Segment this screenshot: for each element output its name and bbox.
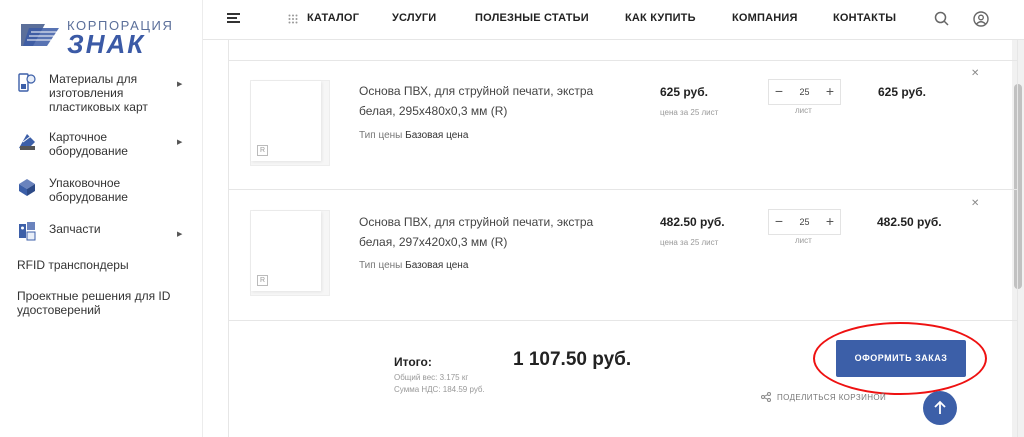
unit-price: 482.50 руб.	[660, 215, 725, 229]
chevron-right-icon: ▶	[177, 139, 183, 146]
quantity-stepper: − 25 +	[768, 79, 841, 105]
chevron-right-icon: ▶	[177, 81, 183, 88]
sidebar-item-packing-equipment[interactable]: Упаковочное оборудование	[0, 176, 203, 206]
materials-icon	[18, 73, 36, 92]
nav-contacts[interactable]: КОНТАКТЫ	[833, 12, 896, 24]
sidebar-item-label: Материалы для изготовления пластиковых к…	[49, 72, 148, 114]
share-cart-link[interactable]: ПОДЕЛИТЬСЯ КОРЗИНОЙ	[761, 392, 886, 402]
sidebar-item-id-solutions[interactable]: Проектные решения для ID удостоверений	[17, 289, 197, 317]
unit-label: лист	[795, 236, 812, 245]
line-total: 625 руб.	[878, 85, 926, 99]
thumbnail-mark: R	[257, 275, 268, 286]
logo-mark-icon	[21, 24, 59, 46]
share-icon	[761, 392, 771, 402]
chevron-right-icon: ▶	[177, 231, 183, 238]
unit-label: лист	[795, 106, 812, 115]
sidebar-item-card-equipment[interactable]: Карточное оборудование ▶	[0, 130, 203, 160]
quantity-stepper: − 25 +	[768, 209, 841, 235]
divider	[228, 320, 1018, 321]
product-name[interactable]: Основа ПВХ, для струйной печати, экстра …	[359, 81, 599, 121]
packing-equipment-icon	[19, 179, 35, 196]
company-logo[interactable]: КОРПОРАЦИЯ ЗНАК	[17, 12, 177, 59]
spare-parts-icon	[19, 222, 36, 241]
checkout-button[interactable]: ОФОРМИТЬ ЗАКАЗ	[836, 340, 966, 377]
remove-item-icon[interactable]: ✕	[971, 198, 979, 209]
sidebar-item-label: Карточное оборудование	[49, 130, 128, 158]
increase-button[interactable]: +	[820, 80, 840, 104]
divider	[228, 60, 1018, 61]
nav-how-to-buy[interactable]: КАК КУПИТЬ	[625, 12, 696, 24]
arrow-up-icon	[934, 400, 946, 414]
quantity-input[interactable]: 25	[789, 80, 820, 104]
sidebar-item-rfid[interactable]: RFID транспондеры	[17, 258, 197, 272]
card-equipment-icon	[19, 134, 35, 150]
sidebar-item-label: Упаковочное оборудование	[49, 176, 128, 204]
logo-big-text: ЗНАК	[67, 29, 146, 59]
scroll-to-top-button[interactable]	[923, 391, 957, 425]
thumbnail-mark: R	[257, 145, 268, 156]
price-type: Тип цены Базовая цена	[359, 260, 468, 271]
remove-item-icon[interactable]: ✕	[971, 68, 979, 79]
price-type-value: Базовая цена	[405, 130, 469, 141]
price-type-label: Тип цены	[359, 260, 403, 271]
price-type: Тип цены Базовая цена	[359, 130, 468, 141]
increase-button[interactable]: +	[820, 210, 840, 234]
nav-services[interactable]: УСЛУГИ	[392, 12, 436, 24]
top-header: КАТАЛОГ УСЛУГИ ПОЛЕЗНЫЕ СТАТЬИ КАК КУПИТ…	[203, 0, 1024, 40]
grid-dots-icon	[288, 14, 298, 24]
price-type-label: Тип цены	[359, 130, 403, 141]
nav-company[interactable]: КОМПАНИЯ	[732, 12, 798, 24]
sidebar-item-label: Запчасти	[49, 222, 101, 236]
user-icon[interactable]	[972, 10, 990, 28]
nav-articles[interactable]: ПОЛЕЗНЫЕ СТАТЬИ	[475, 12, 589, 24]
summary-vat: Сумма НДС: 184.59 руб.	[394, 385, 485, 394]
divider	[228, 189, 1018, 190]
sidebar-item-materials[interactable]: Материалы для изготовления пластиковых к…	[0, 72, 203, 116]
line-total: 482.50 руб.	[877, 215, 942, 229]
product-thumbnail[interactable]: R	[250, 80, 330, 166]
nav-catalog[interactable]: КАТАЛОГ	[307, 12, 359, 24]
decrease-button[interactable]: −	[769, 80, 789, 104]
quantity-input[interactable]: 25	[789, 210, 820, 234]
unit-price-note: цена за 25 лист	[660, 108, 719, 117]
summary-label: Итого:	[394, 355, 432, 369]
cart-panel	[228, 40, 1018, 437]
product-name[interactable]: Основа ПВХ, для струйной печати, экстра …	[359, 212, 599, 252]
sidebar-item-spare-parts[interactable]: Запчасти ▶	[0, 222, 203, 242]
summary-weight: Общий вес: 3.175 кг	[394, 373, 469, 382]
unit-price: 625 руб.	[660, 85, 708, 99]
price-type-value: Базовая цена	[405, 260, 469, 271]
sidebar: КОРПОРАЦИЯ ЗНАК Материалы для изготовлен…	[0, 0, 203, 437]
product-thumbnail[interactable]: R	[250, 210, 330, 296]
decrease-button[interactable]: −	[769, 210, 789, 234]
search-icon[interactable]	[933, 10, 951, 28]
menu-icon[interactable]	[227, 13, 240, 23]
share-cart-label: ПОДЕЛИТЬСЯ КОРЗИНОЙ	[777, 393, 887, 402]
unit-price-note: цена за 25 лист	[660, 238, 719, 247]
summary-total: 1 107.50 руб.	[513, 349, 632, 370]
